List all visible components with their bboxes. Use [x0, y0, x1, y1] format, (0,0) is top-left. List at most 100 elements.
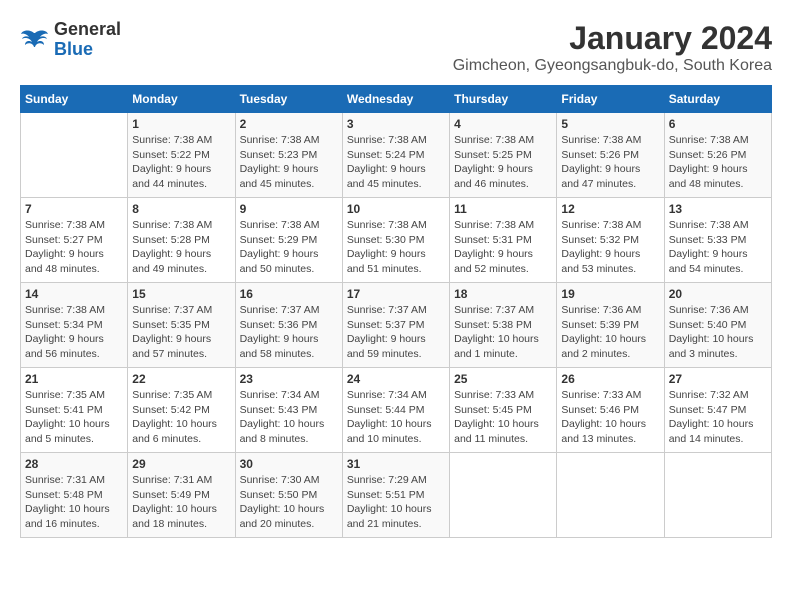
day-number: 30 — [240, 457, 338, 471]
day-info: Sunrise: 7:37 AMSunset: 5:36 PMDaylight:… — [240, 303, 338, 362]
calendar-cell: 5 Sunrise: 7:38 AMSunset: 5:26 PMDaylight… — [557, 113, 664, 198]
calendar-cell: 20 Sunrise: 7:36 AMSunset: 5:40 PMDayligh… — [664, 283, 771, 368]
calendar-cell: 9 Sunrise: 7:38 AMSunset: 5:29 PMDaylight… — [235, 198, 342, 283]
day-info: Sunrise: 7:38 AMSunset: 5:26 PMDaylight:… — [561, 133, 659, 192]
calendar-cell: 12 Sunrise: 7:38 AMSunset: 5:32 PMDayligh… — [557, 198, 664, 283]
calendar-cell: 16 Sunrise: 7:37 AMSunset: 5:36 PMDayligh… — [235, 283, 342, 368]
calendar-cell — [21, 113, 128, 198]
calendar-cell: 22 Sunrise: 7:35 AMSunset: 5:42 PMDayligh… — [128, 368, 235, 453]
day-info: Sunrise: 7:34 AMSunset: 5:44 PMDaylight:… — [347, 388, 445, 447]
day-number: 7 — [25, 202, 123, 216]
day-number: 19 — [561, 287, 659, 301]
title-section: January 2024 Gimcheon, Gyeongsangbuk-do,… — [453, 20, 772, 75]
day-number: 23 — [240, 372, 338, 386]
day-info: Sunrise: 7:35 AMSunset: 5:42 PMDaylight:… — [132, 388, 230, 447]
day-number: 14 — [25, 287, 123, 301]
calendar-cell — [557, 453, 664, 538]
day-info: Sunrise: 7:33 AMSunset: 5:46 PMDaylight:… — [561, 388, 659, 447]
calendar-cell: 7Sunrise: 7:38 AMSunset: 5:27 PMDaylight… — [21, 198, 128, 283]
day-number: 8 — [132, 202, 230, 216]
day-number: 4 — [454, 117, 552, 131]
calendar-cell — [450, 453, 557, 538]
day-number: 24 — [347, 372, 445, 386]
calendar-cell: 11 Sunrise: 7:38 AMSunset: 5:31 PMDayligh… — [450, 198, 557, 283]
day-info: Sunrise: 7:38 AMSunset: 5:29 PMDaylight:… — [240, 218, 338, 277]
calendar-cell: 15Sunrise: 7:37 AMSunset: 5:35 PMDayligh… — [128, 283, 235, 368]
day-info: Sunrise: 7:37 AMSunset: 5:37 PMDaylight:… — [347, 303, 445, 362]
calendar-cell: 25Sunrise: 7:33 AMSunset: 5:45 PMDayligh… — [450, 368, 557, 453]
day-number: 21 — [25, 372, 123, 386]
day-number: 1 — [132, 117, 230, 131]
header-day-sunday: Sunday — [21, 86, 128, 113]
calendar-cell: 23 Sunrise: 7:34 AMSunset: 5:43 PMDayligh… — [235, 368, 342, 453]
calendar-cell: 3 Sunrise: 7:38 AMSunset: 5:24 PMDaylight… — [342, 113, 449, 198]
day-info: Sunrise: 7:38 AMSunset: 5:31 PMDaylight:… — [454, 218, 552, 277]
day-info: Sunrise: 7:31 AMSunset: 5:49 PMDaylight:… — [132, 473, 230, 532]
header: General Blue January 2024 Gimcheon, Gyeo… — [20, 20, 772, 75]
calendar-cell: 24 Sunrise: 7:34 AMSunset: 5:44 PMDayligh… — [342, 368, 449, 453]
calendar-cell: 18 Sunrise: 7:37 AMSunset: 5:38 PMDayligh… — [450, 283, 557, 368]
day-info: Sunrise: 7:38 AMSunset: 5:26 PMDaylight:… — [669, 133, 767, 192]
calendar-cell: 21Sunrise: 7:35 AMSunset: 5:41 PMDayligh… — [21, 368, 128, 453]
calendar-cell: 6 Sunrise: 7:38 AMSunset: 5:26 PMDaylight… — [664, 113, 771, 198]
day-info: Sunrise: 7:38 AMSunset: 5:30 PMDaylight:… — [347, 218, 445, 277]
day-number: 6 — [669, 117, 767, 131]
calendar-cell: 14 Sunrise: 7:38 AMSunset: 5:34 PMDayligh… — [21, 283, 128, 368]
calendar-cell: 10 Sunrise: 7:38 AMSunset: 5:30 PMDayligh… — [342, 198, 449, 283]
day-number: 5 — [561, 117, 659, 131]
header-day-friday: Friday — [557, 86, 664, 113]
day-number: 16 — [240, 287, 338, 301]
day-info: Sunrise: 7:34 AMSunset: 5:43 PMDaylight:… — [240, 388, 338, 447]
calendar-week-4: 21Sunrise: 7:35 AMSunset: 5:41 PMDayligh… — [21, 368, 772, 453]
day-number: 18 — [454, 287, 552, 301]
day-number: 2 — [240, 117, 338, 131]
day-number: 13 — [669, 202, 767, 216]
day-number: 27 — [669, 372, 767, 386]
calendar-cell: 19 Sunrise: 7:36 AMSunset: 5:39 PMDayligh… — [557, 283, 664, 368]
day-info: Sunrise: 7:36 AMSunset: 5:39 PMDaylight:… — [561, 303, 659, 362]
day-number: 3 — [347, 117, 445, 131]
calendar-cell: 8 Sunrise: 7:38 AMSunset: 5:28 PMDaylight… — [128, 198, 235, 283]
day-number: 12 — [561, 202, 659, 216]
day-number: 26 — [561, 372, 659, 386]
day-info: Sunrise: 7:38 AMSunset: 5:33 PMDaylight:… — [669, 218, 767, 277]
day-number: 20 — [669, 287, 767, 301]
day-number: 10 — [347, 202, 445, 216]
calendar-cell: 28Sunrise: 7:31 AMSunset: 5:48 PMDayligh… — [21, 453, 128, 538]
calendar-cell: 17Sunrise: 7:37 AMSunset: 5:37 PMDayligh… — [342, 283, 449, 368]
calendar-header-row: SundayMondayTuesdayWednesdayThursdayFrid… — [21, 86, 772, 113]
calendar-cell: 26 Sunrise: 7:33 AMSunset: 5:46 PMDayligh… — [557, 368, 664, 453]
header-day-monday: Monday — [128, 86, 235, 113]
calendar-cell: 30 Sunrise: 7:30 AMSunset: 5:50 PMDayligh… — [235, 453, 342, 538]
day-info: Sunrise: 7:38 AMSunset: 5:25 PMDaylight:… — [454, 133, 552, 192]
logo: General Blue — [20, 20, 121, 60]
day-number: 29 — [132, 457, 230, 471]
calendar-cell: 13 Sunrise: 7:38 AMSunset: 5:33 PMDayligh… — [664, 198, 771, 283]
calendar-cell: 31 Sunrise: 7:29 AMSunset: 5:51 PMDayligh… — [342, 453, 449, 538]
day-info: Sunrise: 7:36 AMSunset: 5:40 PMDaylight:… — [669, 303, 767, 362]
day-info: Sunrise: 7:31 AMSunset: 5:48 PMDaylight:… — [25, 473, 123, 532]
day-info: Sunrise: 7:38 AMSunset: 5:28 PMDaylight:… — [132, 218, 230, 277]
calendar-cell — [664, 453, 771, 538]
calendar-cell: 2Sunrise: 7:38 AMSunset: 5:23 PMDaylight… — [235, 113, 342, 198]
calendar-cell: 27 Sunrise: 7:32 AMSunset: 5:47 PMDayligh… — [664, 368, 771, 453]
day-number: 15 — [132, 287, 230, 301]
day-info: Sunrise: 7:38 AMSunset: 5:34 PMDaylight:… — [25, 303, 123, 362]
day-info: Sunrise: 7:30 AMSunset: 5:50 PMDaylight:… — [240, 473, 338, 532]
subtitle: Gimcheon, Gyeongsangbuk-do, South Korea — [453, 57, 772, 75]
day-number: 31 — [347, 457, 445, 471]
day-info: Sunrise: 7:37 AMSunset: 5:38 PMDaylight:… — [454, 303, 552, 362]
day-info: Sunrise: 7:29 AMSunset: 5:51 PMDaylight:… — [347, 473, 445, 532]
day-info: Sunrise: 7:32 AMSunset: 5:47 PMDaylight:… — [669, 388, 767, 447]
calendar-table: SundayMondayTuesdayWednesdayThursdayFrid… — [20, 85, 772, 538]
main-title: January 2024 — [453, 20, 772, 57]
day-info: Sunrise: 7:38 AMSunset: 5:24 PMDaylight:… — [347, 133, 445, 192]
logo-text-general: General — [54, 20, 121, 40]
day-number: 9 — [240, 202, 338, 216]
day-info: Sunrise: 7:33 AMSunset: 5:45 PMDaylight:… — [454, 388, 552, 447]
day-number: 11 — [454, 202, 552, 216]
day-info: Sunrise: 7:38 AMSunset: 5:32 PMDaylight:… — [561, 218, 659, 277]
header-day-tuesday: Tuesday — [235, 86, 342, 113]
calendar-week-2: 7Sunrise: 7:38 AMSunset: 5:27 PMDaylight… — [21, 198, 772, 283]
day-number: 22 — [132, 372, 230, 386]
